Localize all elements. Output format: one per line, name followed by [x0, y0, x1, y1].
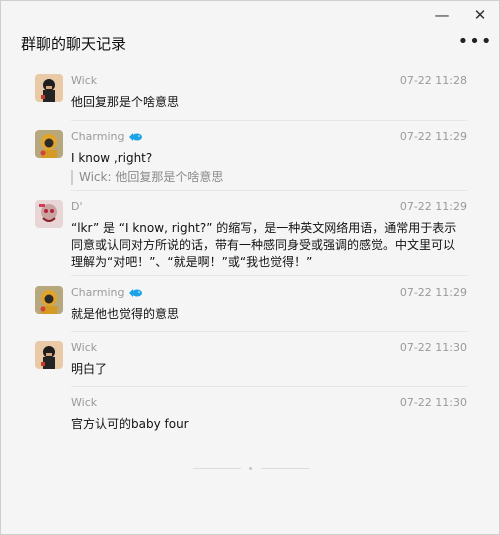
close-button[interactable]: ✕ [465, 4, 495, 26]
sender-name-row: Charming [71, 130, 143, 143]
indicator-line-left [193, 468, 241, 469]
message-text: I know ,right? [71, 151, 153, 165]
message-time: 07-22 11:29 [399, 130, 467, 143]
indicator-line-right [261, 468, 309, 469]
divider [71, 190, 467, 191]
divider [71, 386, 467, 387]
message-time: 07-22 11:29 [399, 200, 467, 213]
close-icon: ✕ [473, 6, 487, 24]
divider [71, 120, 467, 121]
message-time: 07-22 11:30 [399, 341, 467, 354]
chat-message: Wick 07-22 11:30 明白了 [1, 341, 499, 381]
message-text: 他回复那是个啥意思 [71, 95, 180, 109]
minimize-button[interactable]: — [427, 4, 457, 26]
chat-message: Wick 07-22 11:30 官方认可的baby four [1, 396, 499, 436]
quoted-message[interactable]: Wick: 他回复那是个啥意思 [71, 170, 223, 185]
message-text: “lkr” 是 “I know, right?” 的缩写，是一种英文网络用语，通… [71, 221, 457, 269]
message-text: 明白了 [71, 362, 108, 376]
sender-name-row: Charming [71, 286, 143, 299]
fish-badge-icon [129, 288, 143, 297]
end-of-list-indicator [193, 467, 311, 471]
chat-message: D' 07-22 11:29 “lkr” 是 “I know, right?” … [1, 200, 499, 269]
window-title: 群聊的聊天记录 [21, 35, 127, 53]
sender-name: Wick [71, 74, 98, 87]
divider [71, 331, 467, 332]
fish-badge-icon [129, 132, 143, 141]
indicator-dot [249, 467, 252, 470]
charming-avatar[interactable] [35, 286, 63, 314]
more-icon: ••• [457, 30, 493, 52]
sender-name: Wick [71, 341, 98, 354]
message-text: 官方认可的baby four [71, 417, 189, 431]
sender-name: Wick [71, 396, 98, 409]
wick-avatar[interactable] [35, 74, 63, 102]
message-time: 07-22 11:30 [399, 396, 467, 409]
message-time: 07-22 11:29 [399, 286, 467, 299]
message-time: 07-22 11:28 [399, 74, 467, 87]
minimize-icon: — [434, 6, 450, 24]
wick-avatar[interactable] [35, 341, 63, 369]
charming-avatar[interactable] [35, 130, 63, 158]
sender-name: D' [71, 200, 83, 213]
chat-message: Wick 07-22 11:28 他回复那是个啥意思 [1, 74, 499, 114]
message-text: 就是他也觉得的意思 [71, 307, 180, 321]
sender-name: Charming [71, 286, 125, 299]
divider [71, 275, 467, 276]
sender-name: Charming [71, 130, 125, 143]
chat-message: Charming 07-22 11:29 就是他也觉得的意思 [1, 286, 499, 326]
chat-history-window: — ✕ 群聊的聊天记录 ••• Wick 07-22 11:28 他回复那是个啥… [0, 0, 500, 535]
d-avatar[interactable] [35, 200, 63, 228]
more-options-button[interactable]: ••• [458, 29, 492, 53]
chat-message: Charming 07-22 11:29 I know ,right? Wick… [1, 130, 499, 186]
